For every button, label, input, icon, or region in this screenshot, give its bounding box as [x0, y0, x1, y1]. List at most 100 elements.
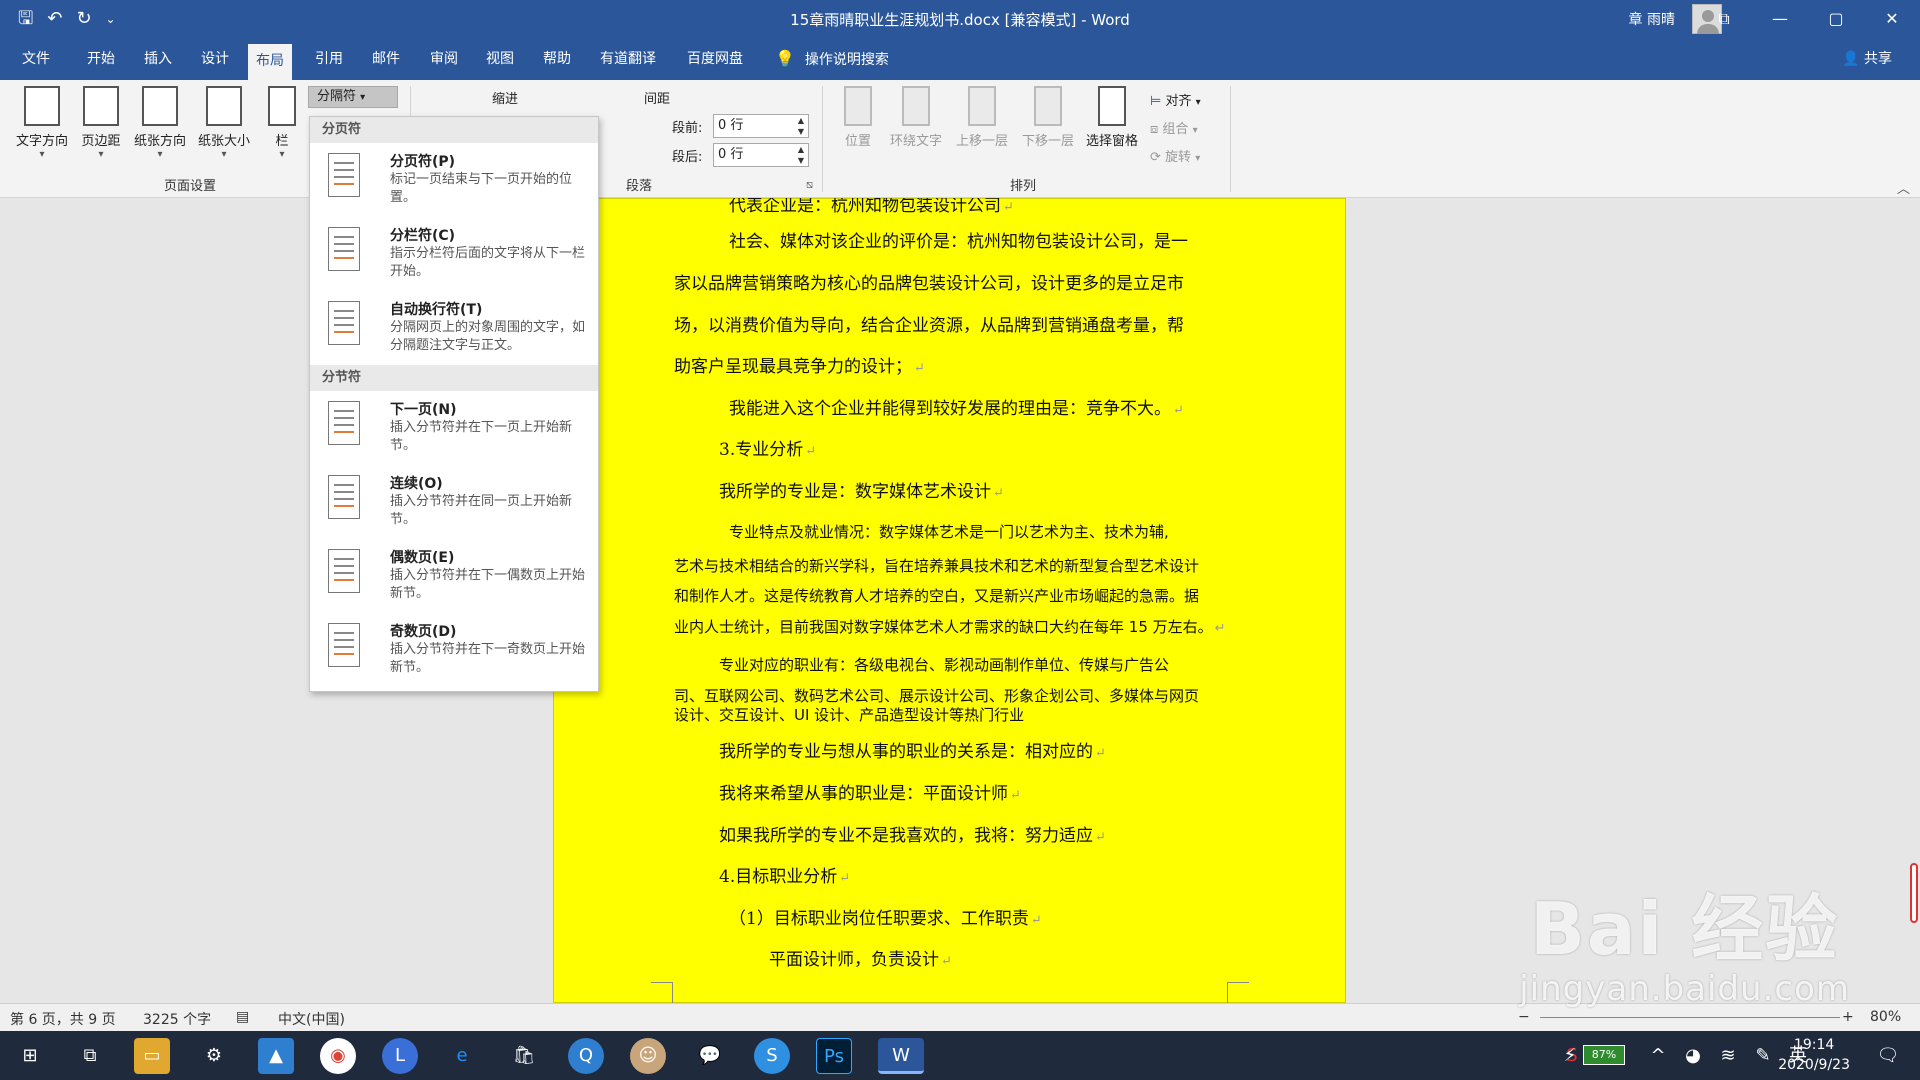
paragraph[interactable]: 我将来希望从事的职业是：平面设计师 ↵ [719, 779, 1021, 804]
paragraph[interactable]: 如果我所学的专业不是我喜欢的，我将：努力适应 ↵ [719, 821, 1106, 846]
spacing-before-input[interactable]: 0 行 ▲ ▼ [713, 114, 809, 138]
menu-item-even-page[interactable]: 偶数页(E) 插入分节符并在下一偶数页上开始新节。 [310, 539, 598, 613]
size-button[interactable]: 纸张大小 ▾ [194, 86, 254, 161]
chevron-up-icon[interactable]: ^ [1646, 1038, 1670, 1074]
battery-icon[interactable]: 87% [1583, 1045, 1625, 1065]
share-button[interactable]: 👤 共享 [1842, 38, 1892, 80]
paragraph[interactable]: 助客户呈现最具竞争力的设计； ↵ [674, 352, 925, 377]
paragraph[interactable]: 设计、交互设计、UI 设计、产品造型设计等热门行业 [674, 704, 1024, 725]
tab-references[interactable]: 引用 [307, 38, 351, 80]
menu-item-text-wrapping-break[interactable]: 自动换行符(T) 分隔网页上的对象周围的文字，如分隔题注文字与正文。 [310, 291, 598, 365]
paragraph[interactable]: 我所学的专业是：数字媒体艺术设计 ↵ [719, 477, 1004, 502]
store-icon[interactable]: 🛍 [506, 1038, 542, 1074]
paragraph[interactable]: 艺术与技术相结合的新兴学科，旨在培养兼具技术和艺术的新型复合型艺术设计 [674, 555, 1199, 576]
bring-forward-button[interactable]: 上移一层 [950, 86, 1014, 149]
zoom-level[interactable]: 80% [1870, 1009, 1901, 1025]
tab-help[interactable]: 帮助 [535, 38, 579, 80]
selection-pane-button[interactable]: 选择窗格 [1080, 86, 1144, 149]
menu-item-next-page[interactable]: 下一页(N) 插入分节符并在下一页上开始新节。 [310, 391, 598, 465]
maximize-button[interactable]: ▢ [1808, 0, 1864, 38]
word-icon[interactable]: W [878, 1038, 924, 1074]
tab-insert[interactable]: 插入 [136, 38, 180, 80]
tab-view[interactable]: 视图 [478, 38, 522, 80]
spinner-arrows-icon[interactable]: ▲ ▼ [798, 144, 804, 166]
document-page[interactable]: 代表企业是：杭州知物包装设计公司 ↵ 社会、媒体对该企业的评价是：杭州知物包装设计… [553, 198, 1346, 1003]
paragraph[interactable]: 我能进入这个企业并能得到较好发展的理由是：竞争不大。 ↵ [729, 394, 1184, 419]
chrome-icon[interactable]: ◉ [320, 1038, 356, 1074]
menu-item-continuous[interactable]: 连续(O) 插入分节符并在同一页上开始新节。 [310, 465, 598, 539]
power-plug-icon[interactable]: ⚡ [1560, 1038, 1580, 1074]
notification-icon[interactable]: 🗨 [1870, 1038, 1906, 1074]
dialog-launcher-icon[interactable]: ⧅ [806, 178, 813, 192]
paragraph[interactable]: 和制作人才。这是传统教育人才培养的空白，又是新兴产业市场崛起的急需。据 [674, 585, 1199, 606]
system-clock[interactable]: 19:14 2020/9/23 [1778, 1035, 1850, 1075]
settings-gear-icon[interactable]: ⚙ [196, 1038, 232, 1074]
tab-baidu-pan[interactable]: 百度网盘 [679, 38, 751, 80]
paragraph[interactable]: 社会、媒体对该企业的评价是：杭州知物包装设计公司，是一 [729, 227, 1188, 252]
menu-item-odd-page[interactable]: 奇数页(D) 插入分节符并在下一奇数页上开始新节。 [310, 613, 598, 687]
paragraph[interactable]: 专业特点及就业情况：数字媒体艺术是一门以艺术为主、技术为辅, [729, 521, 1169, 542]
language-status[interactable]: 中文(中国) [278, 1009, 345, 1029]
paragraph[interactable]: 场，以消费价值为导向，结合企业资源，从品牌到营销通盘考量，帮 [674, 311, 1184, 336]
menu-item-column-break[interactable]: 分栏符(C) 指示分栏符后面的文字将从下一栏开始。 [310, 217, 598, 291]
zoom-in-button[interactable]: + [1842, 1009, 1854, 1025]
tab-mailings[interactable]: 邮件 [364, 38, 408, 80]
menu-item-page-break[interactable]: 分页符(P) 标记一页结束与下一页开始的位置。 [310, 143, 598, 217]
spacing-after-input[interactable]: 0 行 ▲ ▼ [713, 143, 809, 167]
collapse-ribbon-icon[interactable]: ︿ [1897, 178, 1910, 197]
paragraph[interactable]: 4.目标职业分析 ↵ [719, 862, 850, 887]
photos-icon[interactable]: ▲ [258, 1038, 294, 1074]
edge-icon[interactable]: e [444, 1038, 480, 1074]
send-backward-button[interactable]: 下移一层 [1016, 86, 1080, 149]
text-direction-button[interactable]: 文字方向 ▾ [12, 86, 72, 161]
wechat-icon[interactable]: 💬 [692, 1038, 728, 1074]
vertical-scrollbar[interactable] [1910, 863, 1918, 923]
breaks-button[interactable]: 分隔符 ▾ [308, 86, 398, 108]
margins-button[interactable]: 页边距 ▾ [76, 86, 126, 161]
page-count[interactable]: 第 6 页，共 9 页 [10, 1009, 116, 1029]
align-button[interactable]: ⊨ 对齐 ▾ [1150, 90, 1201, 109]
group-button[interactable]: ⧈ 组合 ▾ [1150, 118, 1198, 137]
tab-review[interactable]: 审阅 [422, 38, 466, 80]
paragraph[interactable]: 司、互联网公司、数码艺术公司、展示设计公司、形象企划公司、多媒体与网页 [674, 685, 1199, 706]
user-photo-icon[interactable]: ☺ [630, 1038, 666, 1074]
position-button[interactable]: 位置 [838, 86, 878, 149]
orientation-button[interactable]: 纸张方向 ▾ [130, 86, 190, 161]
zoom-slider[interactable] [1540, 1017, 1840, 1018]
paragraph[interactable]: 3.专业分析 ↵ [719, 435, 816, 460]
tab-youdao[interactable]: 有道翻译 [592, 38, 664, 80]
tab-layout[interactable]: 布局 [248, 44, 292, 80]
columns-button[interactable]: 栏 ▾ [262, 86, 302, 161]
tab-design[interactable]: 设计 [193, 38, 237, 80]
task-view-icon[interactable]: ⧉ [72, 1038, 108, 1074]
paragraph[interactable]: （1）目标职业岗位任职要求、工作职责 ↵ [729, 904, 1042, 929]
paragraph[interactable]: 平面设计师，负责设计 ↵ [769, 945, 952, 970]
paragraph[interactable]: 业内人士统计，目前我国对数字媒体艺术人才需求的缺口大约在每年 15 万左右。 ↵ [674, 616, 1226, 637]
pen-icon[interactable]: ✎ [1751, 1038, 1775, 1074]
tell-me-search[interactable]: 💡 操作说明搜索 [775, 38, 889, 80]
qq-icon[interactable]: ◕ [1681, 1038, 1705, 1074]
app-l-icon[interactable]: L [382, 1038, 418, 1074]
proofing-icon[interactable]: ▤ [236, 1009, 249, 1025]
tab-home[interactable]: 开始 [79, 38, 123, 80]
file-explorer-icon[interactable]: ▭ [134, 1038, 170, 1074]
close-button[interactable]: ✕ [1864, 0, 1920, 38]
rotate-button[interactable]: ⟳ 旋转 ▾ [1150, 146, 1200, 165]
minimize-button[interactable]: — [1752, 0, 1808, 38]
paragraph[interactable]: 家以品牌营销策略为核心的品牌包装设计公司，设计更多的是立足市 [674, 269, 1184, 294]
paragraph[interactable]: 代表企业是：杭州知物包装设计公司 ↵ [729, 198, 1014, 216]
word-count[interactable]: 3225 个字 [143, 1009, 211, 1029]
windows-start-icon[interactable]: ⊞ [12, 1038, 48, 1074]
user-name[interactable]: 章 雨晴 [1629, 9, 1675, 29]
tab-file[interactable]: 文件 [14, 38, 58, 80]
wifi-icon[interactable]: ≋ [1716, 1038, 1740, 1074]
paragraph[interactable]: 专业对应的职业有：各级电视台、影视动画制作单位、传媒与广告公 [719, 654, 1169, 675]
zoom-out-button[interactable]: − [1518, 1009, 1530, 1025]
wrap-text-button[interactable]: 环绕文字 [884, 86, 948, 149]
search-app-icon[interactable]: Q [568, 1038, 604, 1074]
photoshop-icon[interactable]: Ps [816, 1038, 852, 1074]
app-s-icon[interactable]: S [754, 1038, 790, 1074]
paragraph[interactable]: 我所学的专业与想从事的职业的关系是：相对应的 ↵ [719, 737, 1106, 762]
spinner-arrows-icon[interactable]: ▲ ▼ [798, 115, 804, 137]
ribbon-display-icon[interactable]: ⧉ [1696, 0, 1752, 38]
